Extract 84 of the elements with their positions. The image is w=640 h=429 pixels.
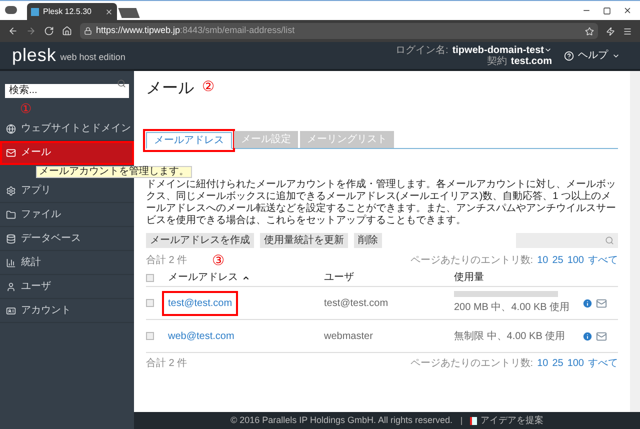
tab[interactable]: メールアドレス	[146, 132, 232, 149]
back-icon[interactable]	[8, 26, 18, 36]
envelope-icon[interactable]	[596, 330, 607, 342]
browser-tab[interactable]: Plesk 12.5.30	[27, 3, 117, 20]
column-header: ユーザ	[324, 271, 354, 285]
email-link[interactable]: test@test.com	[164, 292, 236, 314]
globe-icon	[6, 124, 16, 134]
per-page-link[interactable]: 100	[567, 356, 584, 371]
contract-label: 契約	[486, 56, 507, 66]
toolbar-button[interactable]: メールアドレスを作成	[146, 233, 254, 248]
lock-icon	[84, 27, 92, 35]
login-name-menu[interactable]: tipweb-domain-test	[452, 44, 552, 56]
table-cell-text: webmaster	[324, 330, 373, 344]
folder-icon	[6, 210, 16, 220]
sidebar-item[interactable]: 統計	[0, 251, 134, 275]
search-field[interactable]: 検索...	[5, 84, 129, 98]
toolbar-button[interactable]: 使用量統計を更新	[260, 233, 348, 248]
id-card-icon	[6, 306, 16, 316]
login-label: ログイン名:	[396, 44, 448, 56]
address-field[interactable]: https://www.tipweb.jp:8443/smb/email-address/list	[80, 23, 598, 39]
close-window-icon[interactable]	[623, 6, 632, 15]
url-text: https://www.tipweb.jp:8443/smb/email-address/list	[96, 24, 295, 38]
per-page-link[interactable]: すべて	[588, 356, 618, 371]
browser-menu-icon[interactable]	[623, 26, 632, 36]
page-title: メール	[146, 79, 194, 99]
forward-icon[interactable]	[26, 26, 36, 36]
table-cell-text: 200 MB 中、4.00 KB 使用	[454, 300, 571, 315]
contract-name: test.com	[510, 56, 552, 66]
sidebar-item[interactable]: アカウント	[0, 299, 134, 323]
per-page-link[interactable]: 25	[552, 252, 564, 268]
tooltip: メールアカウントを管理します。	[36, 166, 192, 178]
new-tab-button[interactable]	[118, 8, 140, 18]
per-page-link[interactable]: 100	[567, 252, 584, 268]
column-header: 使用量	[454, 271, 484, 285]
total-count: 合計 2 件	[146, 254, 188, 268]
sidebar-item[interactable]: アプリ	[0, 179, 134, 203]
reload-icon[interactable]	[44, 26, 54, 36]
sidebar-item[interactable]: メール	[0, 141, 134, 165]
gear-icon	[6, 186, 16, 196]
close-tab-icon[interactable]	[105, 8, 113, 16]
description-text: ドメインに紐付けられたメールアカウントを作成・管理します。各メールアカウントに対し、メールボックス、同じメールボックスに追加できるメールアドレス(メールエイリアス)数、自動応答、1 つ以上のメールアドレスへのメール転送などを設定することができます。また、アンチスパムやアンチウイルスサービスを使用できる場合は、これらをセットアップすることもできます。	[146, 179, 617, 227]
bar-chart-icon	[6, 258, 16, 268]
email-link[interactable]: web@test.com	[164, 326, 238, 346]
per-page-link[interactable]: すべて	[588, 252, 618, 268]
select-all-checkbox[interactable]	[146, 274, 154, 282]
toolbar-button[interactable]: 削除	[354, 233, 382, 248]
edition-label: web host edition	[60, 50, 126, 64]
sidebar-item[interactable]: ファイル	[0, 203, 134, 227]
annotation-marker: ②	[202, 76, 215, 96]
column-header[interactable]: メールアドレス	[168, 270, 250, 285]
plesk-logo: plesk	[12, 44, 56, 67]
per-page-label: ページあたりのエントリ数:	[410, 254, 534, 268]
extension-icon[interactable]	[606, 26, 615, 36]
envelope-icon[interactable]	[596, 298, 607, 308]
per-page-link[interactable]: 25	[552, 356, 564, 371]
maximize-icon[interactable]	[603, 6, 611, 14]
envelope-icon	[6, 148, 16, 158]
list-search-field[interactable]	[516, 233, 618, 248]
annotation-marker: ③	[212, 250, 226, 270]
copyright-text: © 2016 Parallels IP Holdings GmbH. All rights reserved.	[230, 414, 453, 427]
caret-icon	[544, 46, 552, 54]
per-page-link[interactable]: 10	[537, 252, 548, 268]
sidebar-item[interactable]: ユーザ	[0, 275, 134, 299]
home-icon[interactable]	[62, 26, 72, 36]
suggest-idea-link[interactable]: アイデアを提案	[470, 414, 544, 428]
help-menu[interactable]: ヘルプ	[564, 48, 620, 63]
favicon-icon	[31, 8, 39, 16]
total-count: 合計 2 件	[146, 356, 188, 371]
database-icon	[6, 234, 16, 244]
user-icon	[6, 282, 16, 292]
search-icon	[605, 236, 614, 245]
bookmark-star-icon[interactable]	[585, 26, 594, 36]
info-icon[interactable]	[582, 298, 593, 308]
row-checkbox[interactable]	[146, 332, 154, 340]
sidebar-item[interactable]: データベース	[0, 227, 134, 251]
table-cell-text: 無制限 中、4.00 KB 使用	[454, 330, 566, 344]
annotation-marker: ①	[20, 102, 32, 116]
search-icon	[117, 79, 126, 88]
info-icon[interactable]	[582, 330, 593, 342]
per-page-label: ページあたりのエントリ数:	[410, 357, 534, 371]
per-page-link[interactable]: 10	[537, 356, 548, 371]
help-icon	[564, 50, 574, 60]
row-checkbox[interactable]	[146, 299, 154, 307]
table-cell-text: test@test.com	[324, 296, 388, 310]
